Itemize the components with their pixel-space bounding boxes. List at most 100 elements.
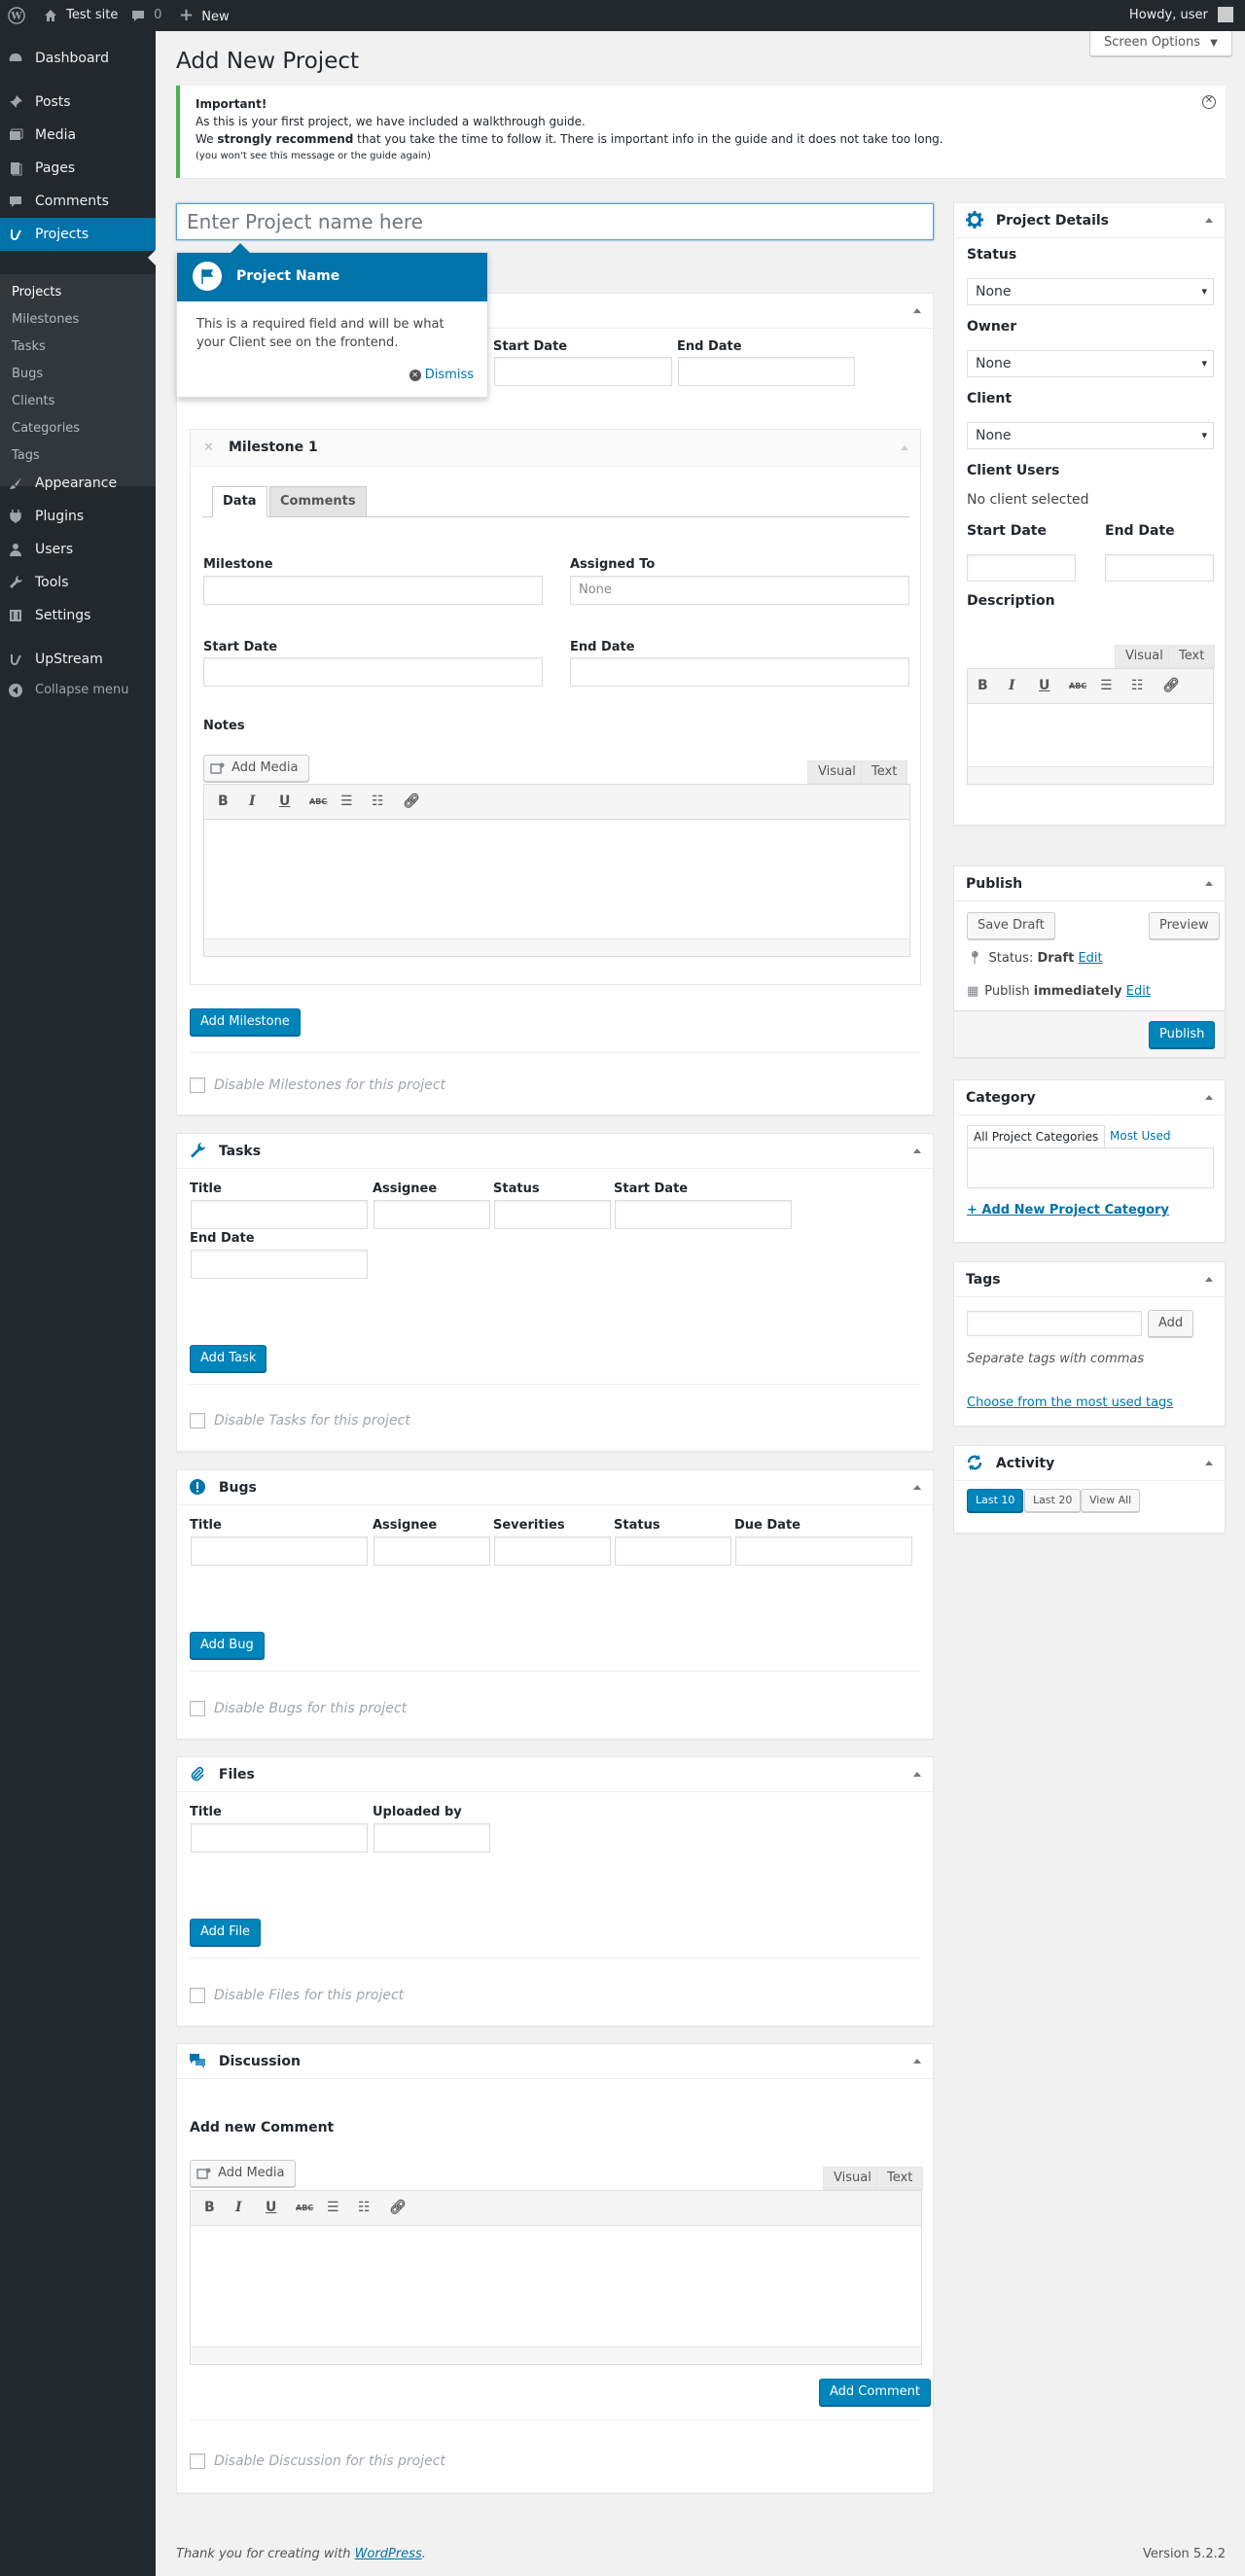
description-editor[interactable]: B I U ABC ☰ ☷ 🔗︎ [967,668,1214,785]
view-all-button[interactable]: View All [1081,1489,1141,1512]
toggle-panel-icon[interactable] [913,308,921,313]
bullet-list-icon[interactable]: ☰ [1100,678,1113,693]
add-tag-button[interactable]: Add [1148,1310,1194,1337]
underline-icon[interactable]: U [1039,678,1049,693]
site-name-link[interactable]: Test site [43,0,118,31]
editor-text-tab[interactable]: Text [876,2167,924,2190]
strikethrough-icon[interactable]: ABC [309,797,327,806]
comments-link[interactable]: 0 [130,0,161,31]
submenu-item-categories[interactable]: Categories [0,415,156,442]
end-date-input[interactable] [570,657,909,687]
last-20-button[interactable]: Last 20 [1024,1489,1082,1512]
disable-milestones-checkbox[interactable] [190,1077,205,1093]
details-end-date-input[interactable] [1105,554,1214,582]
activity-header[interactable]: Activity [954,1446,1225,1481]
collapse-menu-button[interactable]: Collapse menu [0,674,156,707]
task-title-input[interactable] [191,1200,368,1229]
disable-tasks-checkbox[interactable] [190,1413,205,1429]
details-start-date-input[interactable] [967,554,1076,582]
bug-status-select[interactable] [615,1536,731,1566]
bold-icon[interactable]: B [218,794,229,809]
edit-schedule-link[interactable]: Edit [1126,984,1151,999]
screen-options-button[interactable]: Screen Options ▼ [1089,31,1232,56]
strikethrough-icon[interactable]: ABC [1069,682,1086,690]
link-icon[interactable]: 🔗︎ [389,2200,407,2215]
status-select[interactable]: None [967,278,1214,305]
italic-icon[interactable]: I [235,2200,242,2215]
sidebar-item-users[interactable]: Users [0,533,156,566]
bullet-list-icon[interactable]: ☰ [327,2200,339,2215]
sidebar-item-appearance[interactable]: Appearance [0,467,156,500]
sidebar-item-upstream[interactable]: UpStream [0,643,156,676]
my-account-link[interactable]: Howdy, user [1129,0,1233,31]
toggle-panel-icon[interactable] [1205,1277,1213,1282]
tab-comments[interactable]: Comments [269,486,367,517]
tooltip-dismiss-link[interactable]: ✕ Dismiss [409,368,474,382]
editor-visual-tab[interactable]: Visual [1115,645,1174,668]
tags-input[interactable] [967,1311,1142,1336]
project-title-input[interactable]: Enter Project name here [176,203,934,240]
bug-due-date-input[interactable] [735,1536,912,1566]
wordpress-logo-icon[interactable]: W [8,0,25,31]
add-task-button[interactable]: Add Task [190,1345,267,1372]
last-10-button[interactable]: Last 10 [967,1489,1024,1512]
notes-editor[interactable]: B I U ABC ☰ ☷ 🔗︎ [203,784,910,957]
discussion-header[interactable]: Discussion [177,2044,933,2079]
tags-header[interactable]: Tags [954,1262,1225,1297]
sidebar-item-posts[interactable]: Posts [0,86,156,119]
toggle-panel-icon[interactable] [913,1485,921,1490]
sidebar-item-tools[interactable]: Tools [0,566,156,599]
numbered-list-icon[interactable]: ☷ [372,794,384,809]
publish-button[interactable]: Publish [1149,1021,1216,1048]
submenu-item-milestones[interactable]: Milestones [0,306,156,334]
bug-assignee-select[interactable] [374,1536,490,1566]
remove-milestone-icon[interactable]: ✕ [203,441,214,455]
dismiss-notice-icon[interactable]: ✕ [1202,95,1216,109]
sidebar-item-plugins[interactable]: Plugins [0,500,156,533]
save-draft-button[interactable]: Save Draft [967,912,1055,939]
toggle-panel-icon[interactable] [1205,881,1213,886]
bullet-list-icon[interactable]: ☰ [340,794,353,809]
link-icon[interactable]: 🔗︎ [1162,678,1180,693]
publish-header[interactable]: Publish [954,866,1225,901]
editor-text-tab[interactable]: Text [1168,645,1216,668]
underline-icon[interactable]: U [279,794,290,809]
file-uploaded-by-select[interactable] [374,1823,490,1853]
new-content-link[interactable]: + New [179,0,230,31]
toggle-panel-icon[interactable] [1205,1461,1213,1465]
link-icon[interactable]: 🔗︎ [403,794,420,809]
task-assignee-select[interactable] [374,1200,490,1229]
add-media-button[interactable]: Add Media [203,755,309,782]
sidebar-item-projects[interactable]: Projects [0,218,156,251]
comment-editor[interactable]: B I U ABC ☰ ☷ 🔗︎ [190,2190,922,2365]
bold-icon[interactable]: B [978,678,988,693]
file-title-input[interactable] [191,1823,368,1853]
toggle-panel-icon[interactable] [913,1772,921,1777]
task-status-select[interactable] [494,1200,611,1229]
strikethrough-icon[interactable]: ABC [296,2204,313,2212]
sidebar-item-settings[interactable]: Settings [0,599,156,632]
task-start-date-input[interactable] [615,1200,792,1229]
project-details-header[interactable]: Project Details [954,203,1225,238]
disable-bugs-checkbox[interactable] [190,1701,205,1716]
client-select[interactable]: None [967,422,1214,449]
bug-title-input[interactable] [191,1536,368,1566]
edit-status-link[interactable]: Edit [1078,951,1102,966]
submenu-item-tasks[interactable]: Tasks [0,334,156,361]
collapse-milestone-icon[interactable] [901,445,908,450]
sidebar-item-pages[interactable]: Pages [0,152,156,185]
underline-icon[interactable]: U [266,2200,276,2215]
editor-visual-tab[interactable]: Visual [807,760,867,784]
submenu-item-clients[interactable]: Clients [0,388,156,415]
sidebar-item-comments[interactable]: Comments [0,185,156,218]
tab-data[interactable]: Data [212,486,267,517]
sidebar-item-media[interactable]: Media [0,119,156,152]
bugs-header[interactable]: Bugs [177,1470,933,1505]
numbered-list-icon[interactable]: ☷ [1131,678,1144,693]
italic-icon[interactable]: I [1009,678,1015,693]
toggle-panel-icon[interactable] [1205,1095,1213,1100]
milestone-input[interactable] [203,576,543,605]
files-header[interactable]: Files [177,1757,933,1792]
category-checklist[interactable] [967,1147,1214,1188]
choose-tags-link[interactable]: Choose from the most used tags [967,1395,1173,1410]
